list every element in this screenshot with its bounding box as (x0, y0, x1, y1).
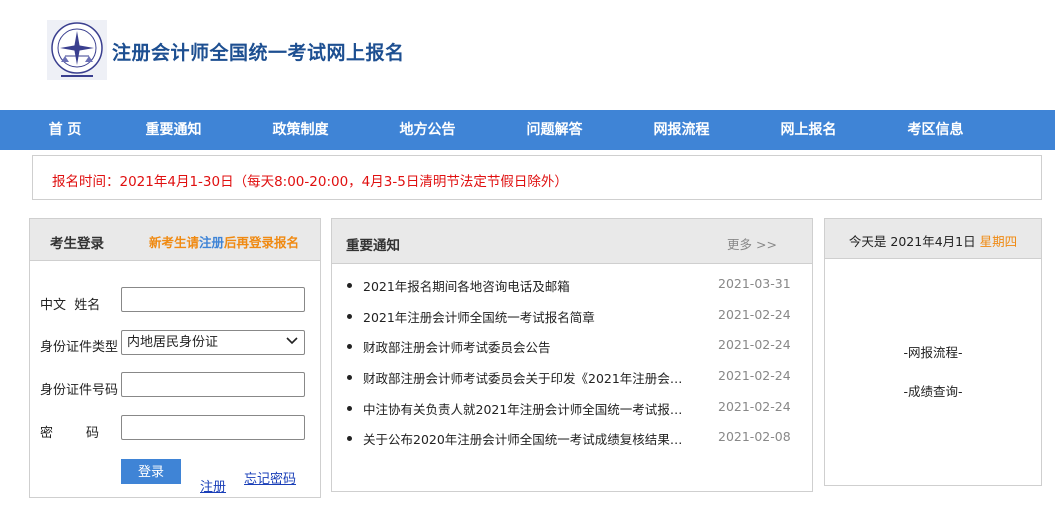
accounting-association-seal-icon[interactable] (47, 20, 107, 80)
news-item-title[interactable]: 关于公布2020年注册会计师全国统一考试成绩复核结果的公... (363, 429, 693, 448)
news-item-date: 2021-02-08 (718, 429, 791, 445)
nav-item-policies[interactable]: 政策制度 (237, 110, 364, 150)
nav-item-online-registration[interactable]: 网上报名 (745, 110, 872, 150)
nav-item-important-notices[interactable]: 重要通知 (110, 110, 237, 150)
id-number-label: 身份证件号码 (40, 383, 119, 398)
date-panel: 今天是 2021年4月1日 星期四 -网报流程- -成绩查询- (824, 218, 1042, 486)
news-item-title[interactable]: 2021年注册会计师全国统一考试报名简章 (363, 307, 693, 326)
score-query-link[interactable]: -成绩查询- (825, 381, 1041, 400)
nav-item-faq[interactable]: 问题解答 (491, 110, 618, 150)
hint-before: 新考生请 (149, 235, 200, 250)
today-date: 今天是 2021年4月1日 星期四 (825, 231, 1041, 250)
news-item-title[interactable]: 财政部注册会计师考试委员会关于印发《2021年注册会计师... (363, 368, 693, 387)
chevron-down-icon (286, 337, 298, 345)
bullet-icon (347, 405, 352, 411)
important-notices-panel: 重要通知 更多 >> 2021年报名期间各地咨询电话及邮箱 2021-03-31… (331, 218, 813, 492)
login-title: 考生登录 (50, 236, 104, 252)
hint-register-link[interactable]: 注册 (199, 235, 224, 250)
registration-process-link[interactable]: -网报流程- (825, 342, 1041, 361)
forgot-password-link[interactable]: 忘记密码 (244, 468, 296, 487)
news-item-date: 2021-02-24 (718, 398, 791, 414)
list-item[interactable]: 财政部注册会计师考试委员会公告 2021-02-24 (332, 336, 812, 367)
news-item-date: 2021-02-24 (718, 337, 791, 353)
more-link[interactable]: 更多 >> (727, 234, 777, 253)
bullet-icon (347, 436, 352, 442)
registration-time-text: 报名时间：2021年4月1-30日（每天8:00-20:00，4月3-5日清明节… (52, 174, 568, 190)
weekday-text: 星期四 (979, 234, 1018, 249)
login-button[interactable]: 登录 (121, 459, 181, 484)
news-item-date: 2021-03-31 (718, 276, 791, 291)
hint-after: 后再登录报名 (224, 235, 300, 250)
bullet-icon (347, 344, 352, 350)
name-label: 中文 姓名 (40, 298, 101, 313)
today-text: 今天是 2021年4月1日 (848, 234, 980, 249)
register-link[interactable]: 注册 (200, 476, 226, 495)
bullet-icon (347, 283, 352, 288)
id-number-input[interactable] (121, 372, 305, 397)
bullet-icon (347, 375, 352, 381)
password-input[interactable] (121, 415, 305, 440)
news-list: 2021年报名期间各地咨询电话及邮箱 2021-03-31 2021年注册会计师… (332, 275, 812, 459)
nav-item-registration-process[interactable]: 网报流程 (618, 110, 745, 150)
password-label: 密 码 (40, 426, 100, 441)
id-type-value: 内地居民身份证 (127, 335, 219, 350)
main-nav: 首 页 重要通知 政策制度 地方公告 问题解答 网报流程 网上报名 考区信息 (0, 110, 1055, 150)
list-item[interactable]: 中注协有关负责人就2021年注册会计师全国统一考试报名相... 2021-02-… (332, 398, 812, 429)
list-item[interactable]: 2021年报名期间各地咨询电话及邮箱 2021-03-31 (332, 275, 812, 306)
list-item[interactable]: 2021年注册会计师全国统一考试报名简章 2021-02-24 (332, 306, 812, 337)
bullet-icon (347, 313, 352, 319)
news-item-date: 2021-02-24 (718, 306, 791, 322)
news-title: 重要通知 (346, 238, 400, 254)
nav-item-exam-area-info[interactable]: 考区信息 (872, 110, 999, 150)
list-item[interactable]: 关于公布2020年注册会计师全国统一考试成绩复核结果的公... 2021-02-… (332, 428, 812, 459)
site-title: 注册会计师全国统一考试网上报名 (112, 42, 405, 64)
nav-item-local-announcements[interactable]: 地方公告 (364, 110, 491, 150)
date-panel-header: 今天是 2021年4月1日 星期四 (825, 219, 1041, 259)
id-type-label: 身份证件类型 (40, 340, 119, 355)
news-item-date: 2021-02-24 (718, 368, 791, 384)
id-type-select[interactable]: 内地居民身份证 (121, 330, 305, 355)
login-panel: 考生登录 新考生请注册后再登录报名 中文 姓名 身份证件类型 内地居民身份证 身… (29, 218, 321, 498)
list-item[interactable]: 财政部注册会计师考试委员会关于印发《2021年注册会计师... 2021-02-… (332, 367, 812, 398)
news-item-title[interactable]: 财政部注册会计师考试委员会公告 (363, 337, 693, 356)
news-item-title[interactable]: 2021年报名期间各地咨询电话及邮箱 (363, 276, 693, 295)
name-input[interactable] (121, 287, 305, 312)
new-candidate-hint: 新考生请注册后再登录报名 (149, 232, 299, 251)
nav-item-home[interactable]: 首 页 (0, 110, 110, 150)
news-item-title[interactable]: 中注协有关负责人就2021年注册会计师全国统一考试报名相... (363, 399, 693, 418)
news-panel-header: 重要通知 更多 >> (332, 219, 812, 264)
login-panel-header: 考生登录 新考生请注册后再登录报名 (30, 219, 320, 261)
site-header: 注册会计师全国统一考试网上报名 (0, 0, 1055, 110)
registration-time-notice: 报名时间：2021年4月1-30日（每天8:00-20:00，4月3-5日清明节… (32, 155, 1042, 200)
